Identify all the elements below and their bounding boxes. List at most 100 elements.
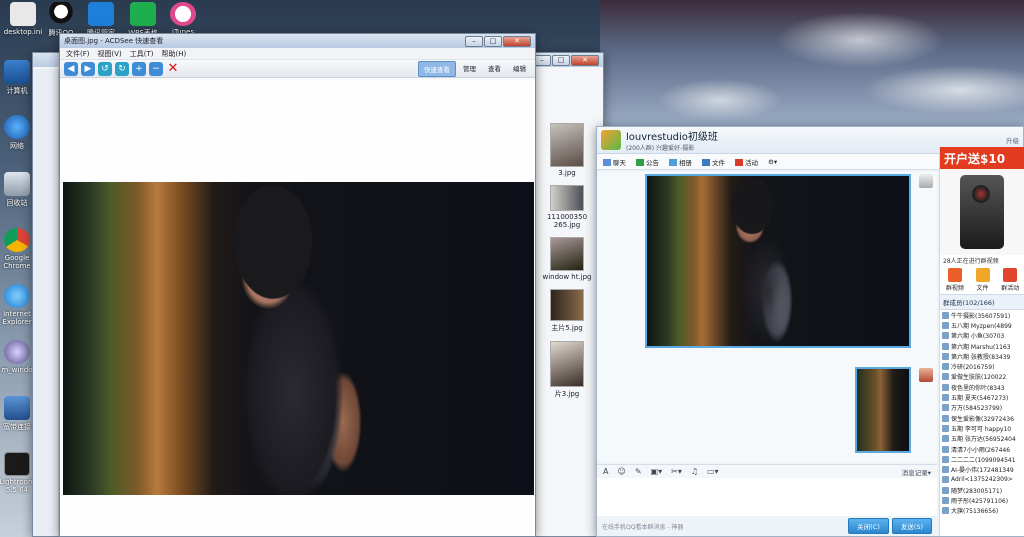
chat-image-message[interactable] <box>645 174 911 348</box>
tab-quick-view[interactable]: 快速查看 <box>418 60 456 77</box>
rotate-right-icon[interactable]: ↻ <box>115 61 129 76</box>
file-item[interactable]: window ht.jpg <box>537 237 597 281</box>
maximize-button[interactable]: □ <box>552 54 570 66</box>
maximize-button[interactable]: □ <box>484 35 502 47</box>
delete-icon[interactable]: ✕ <box>166 61 180 76</box>
prev-icon[interactable]: ◀ <box>64 61 78 76</box>
members-header[interactable]: 群成员(102/166) <box>940 294 1024 310</box>
font-icon[interactable]: A <box>603 467 608 476</box>
member-list-item[interactable]: 第六期 Marshu(1163 <box>940 341 1024 351</box>
tab-manage[interactable]: 管理 <box>458 61 481 77</box>
desktop-icon-label: Lightroom 5.5 64 <box>0 478 35 494</box>
member-list-item[interactable]: AI-晏小伟(172481349 <box>940 464 1024 474</box>
message-history-button[interactable]: 消息记录▾ <box>902 467 931 477</box>
menu-help[interactable]: 帮助(H) <box>162 49 187 58</box>
member-list-item[interactable]: 清清7小小雨(267446 <box>940 444 1024 454</box>
next-icon[interactable]: ▶ <box>81 61 95 76</box>
acdsee-titlebar[interactable]: 桌面图.jpg - ACDSee 快速查看 – □ ✕ <box>60 34 535 48</box>
music-icon[interactable]: ♫ <box>691 467 698 476</box>
menu-view[interactable]: 视图(V) <box>98 49 122 58</box>
message-input[interactable] <box>597 478 937 518</box>
internet-explorer-icon <box>4 284 30 308</box>
file-item[interactable]: 主片5.jpg <box>537 289 597 333</box>
chat-history[interactable] <box>597 172 937 462</box>
explorer-navigation-pane[interactable] <box>33 69 59 536</box>
menu-tools[interactable]: 工具(T) <box>130 49 154 58</box>
tab-chat[interactable]: 聊天 <box>603 157 626 167</box>
member-name: 五期 夏天(5467273) <box>951 395 1009 403</box>
group-avatar[interactable] <box>601 130 621 150</box>
recycle-bin-icon <box>4 172 30 196</box>
member-name: 保生爱影像(32972436 <box>951 415 1014 423</box>
sender-avatar[interactable] <box>919 368 933 382</box>
member-list-item[interactable]: 二二二二(1099094541 <box>940 454 1024 464</box>
send-button[interactable]: 发送(S) <box>891 518 932 534</box>
sender-avatar[interactable] <box>919 174 933 188</box>
ad-image[interactable] <box>940 169 1024 255</box>
file-item[interactable]: 111000350 265.jpg <box>537 185 597 229</box>
ad-headline[interactable]: 开户送$10 <box>940 147 1024 169</box>
emoji-icon[interactable]: ☺ <box>617 467 625 476</box>
close-button[interactable]: ✕ <box>571 54 599 66</box>
member-avatar <box>942 445 949 453</box>
group-activity-button[interactable]: 群活动 <box>1001 268 1019 292</box>
member-list-item[interactable]: 第六期 小鱼(30703 <box>940 331 1024 341</box>
member-list-item[interactable]: 万万(584523799) <box>940 403 1024 413</box>
network-connection-icon <box>4 396 30 420</box>
upgrade-link[interactable]: 升级 <box>1006 135 1019 145</box>
shake-icon[interactable]: ✎ <box>635 467 642 476</box>
screenshot-icon[interactable]: ✂▾ <box>671 467 682 476</box>
chat-image-message[interactable] <box>855 367 911 453</box>
group-sidebar: 开户送$10 28人正在进行群视频 群视频 文件 群活动 群成员(102/166… <box>939 147 1024 536</box>
member-list-item[interactable]: 保生爱影像(32972436 <box>940 413 1024 423</box>
member-list-item[interactable]: Adril<1375242309> <box>940 475 1024 485</box>
file-item[interactable]: 片3.jpg <box>537 341 597 399</box>
minimize-button[interactable]: – <box>465 35 483 47</box>
acdsee-window: 桌面图.jpg - ACDSee 快速查看 – □ ✕ 文件(F) 视图(V) … <box>59 33 536 537</box>
member-avatar <box>942 321 949 329</box>
member-avatar <box>942 486 949 494</box>
message-history-label: 消息记录 <box>901 468 928 477</box>
settings-gear-icon[interactable]: ⚙▾ <box>768 158 777 166</box>
tab-files[interactable]: 文件 <box>702 157 725 167</box>
member-list-item[interactable]: 夜色里的你叶(8343 <box>940 382 1024 392</box>
member-list-item[interactable]: 牛牛摄影(35607591) <box>940 310 1024 320</box>
member-list-item[interactable]: 五期 张万达(56952404 <box>940 434 1024 444</box>
member-name: 冷研(2016759) <box>951 364 995 372</box>
file-name: 3.jpg <box>558 169 576 177</box>
file-item[interactable]: 3.jpg <box>537 123 597 177</box>
tab-view[interactable]: 查看 <box>483 61 506 77</box>
menu-file[interactable]: 文件(F) <box>66 49 90 58</box>
group-name[interactable]: louvrestudio初级班 <box>626 128 718 143</box>
member-list-item[interactable]: 五期 夏天(5467273) <box>940 392 1024 402</box>
close-button[interactable]: ✕ <box>503 35 531 47</box>
member-list-item[interactable]: 雨子彤(425791106) <box>940 495 1024 505</box>
close-chat-button[interactable]: 关闭(C) <box>848 518 889 534</box>
tab-edit[interactable]: 编辑 <box>508 61 531 77</box>
member-list-item[interactable]: 冷研(2016759) <box>940 361 1024 371</box>
group-file-button[interactable]: 文件 <box>975 268 990 292</box>
tab-activities[interactable]: 活动 <box>735 157 758 167</box>
tab-album[interactable]: 相册 <box>669 157 692 167</box>
desktop-icon-itunes[interactable]: iTunes <box>160 2 206 36</box>
member-list-item[interactable]: 大旗(75136656) <box>940 506 1024 516</box>
tab-announcement[interactable]: 公告 <box>636 157 659 167</box>
rotate-left-icon[interactable]: ↺ <box>98 61 112 76</box>
member-list-item[interactable]: 第六期 张教授(83439 <box>940 351 1024 361</box>
member-list-item[interactable]: 五期 李可可 happy10 <box>940 423 1024 433</box>
activity-flag-icon <box>735 159 743 166</box>
zoom-in-icon[interactable]: + <box>132 61 146 76</box>
desktop-icon-label: 网络 <box>10 142 24 150</box>
zoom-out-icon[interactable]: − <box>149 61 163 76</box>
portrait-photo[interactable] <box>63 182 534 495</box>
member-list-item[interactable]: 爱做生肤肤(120022 <box>940 372 1024 382</box>
more-icon[interactable]: ▭▾ <box>707 467 719 476</box>
image-icon[interactable]: ▣▾ <box>651 467 663 476</box>
member-list-item[interactable]: 五八期 Myzpen(4899 <box>940 320 1024 330</box>
image-viewport[interactable] <box>60 80 535 536</box>
group-video-button[interactable]: 群视频 <box>946 268 964 292</box>
qq-penguin-icon <box>48 2 74 26</box>
member-list-item[interactable]: 随梦(283005171) <box>940 485 1024 495</box>
group-video-notice[interactable]: 28人正在进行群视频 <box>940 255 1024 266</box>
member-name: 第六期 Marshu(1163 <box>951 343 1011 351</box>
